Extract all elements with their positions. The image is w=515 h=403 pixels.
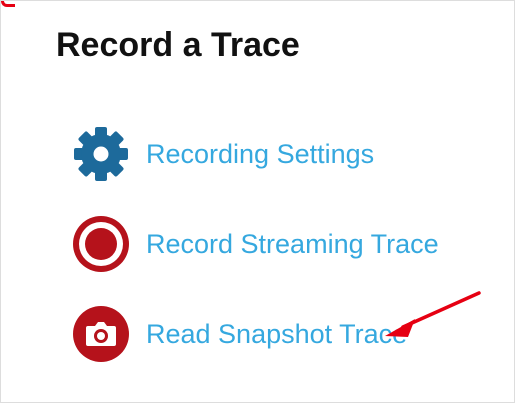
red-arrow-annotation	[385, 291, 481, 337]
record-trace-panel: Record a Trace Recording Settings Record…	[0, 0, 515, 403]
record-streaming-trace-link[interactable]: Record Streaming Trace	[72, 213, 439, 275]
record-icon	[73, 216, 129, 272]
gear-icon	[74, 127, 128, 181]
recording-settings-label: Recording Settings	[146, 139, 375, 169]
corner-accent	[1, 1, 15, 7]
record-streaming-trace-label: Record Streaming Trace	[146, 229, 439, 259]
read-snapshot-trace-link[interactable]: Read Snapshot Trace	[72, 303, 407, 365]
camera-icon	[73, 306, 129, 362]
read-snapshot-trace-label: Read Snapshot Trace	[146, 319, 408, 349]
recording-settings-link[interactable]: Recording Settings	[72, 123, 374, 185]
panel-title: Record a Trace	[56, 26, 300, 64]
